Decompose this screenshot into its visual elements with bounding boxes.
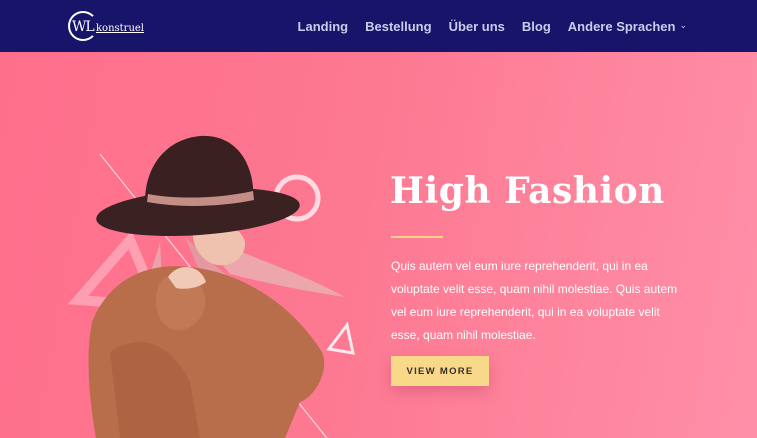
nav-item-andere-sprachen-label[interactable]: Andere Sprachen <box>568 19 676 34</box>
hero-illustration <box>67 135 355 438</box>
hero-title: High Fashion <box>390 170 665 212</box>
logo-wordmark: konstruel <box>96 23 145 34</box>
main-nav: Landing Bestellung Über uns Blog Andere … <box>298 0 687 52</box>
nav-item-blog[interactable]: Blog <box>522 19 551 34</box>
nav-item-landing[interactable]: Landing <box>298 19 349 34</box>
logo-initials: WL <box>72 19 95 35</box>
nav-item-ueber-uns[interactable]: Über uns <box>449 19 505 34</box>
site-logo[interactable]: WL konstruel <box>68 9 158 43</box>
hero-description: Quis autem vel eum iure reprehenderit, q… <box>391 259 678 342</box>
nav-item-bestellung[interactable]: Bestellung <box>365 19 431 34</box>
top-navigation-bar: WL konstruel Landing Bestellung Über uns… <box>0 0 757 52</box>
view-more-button[interactable]: VIEW MORE <box>391 356 489 386</box>
nav-item-andere-sprachen[interactable]: Andere Sprachen ⌄ <box>568 19 687 34</box>
hero-section: High Fashion Quis autem vel eum iure rep… <box>0 52 757 438</box>
title-underline <box>391 236 443 238</box>
decorative-triangle-small <box>326 321 355 355</box>
chevron-down-icon[interactable]: ⌄ <box>679 21 687 31</box>
